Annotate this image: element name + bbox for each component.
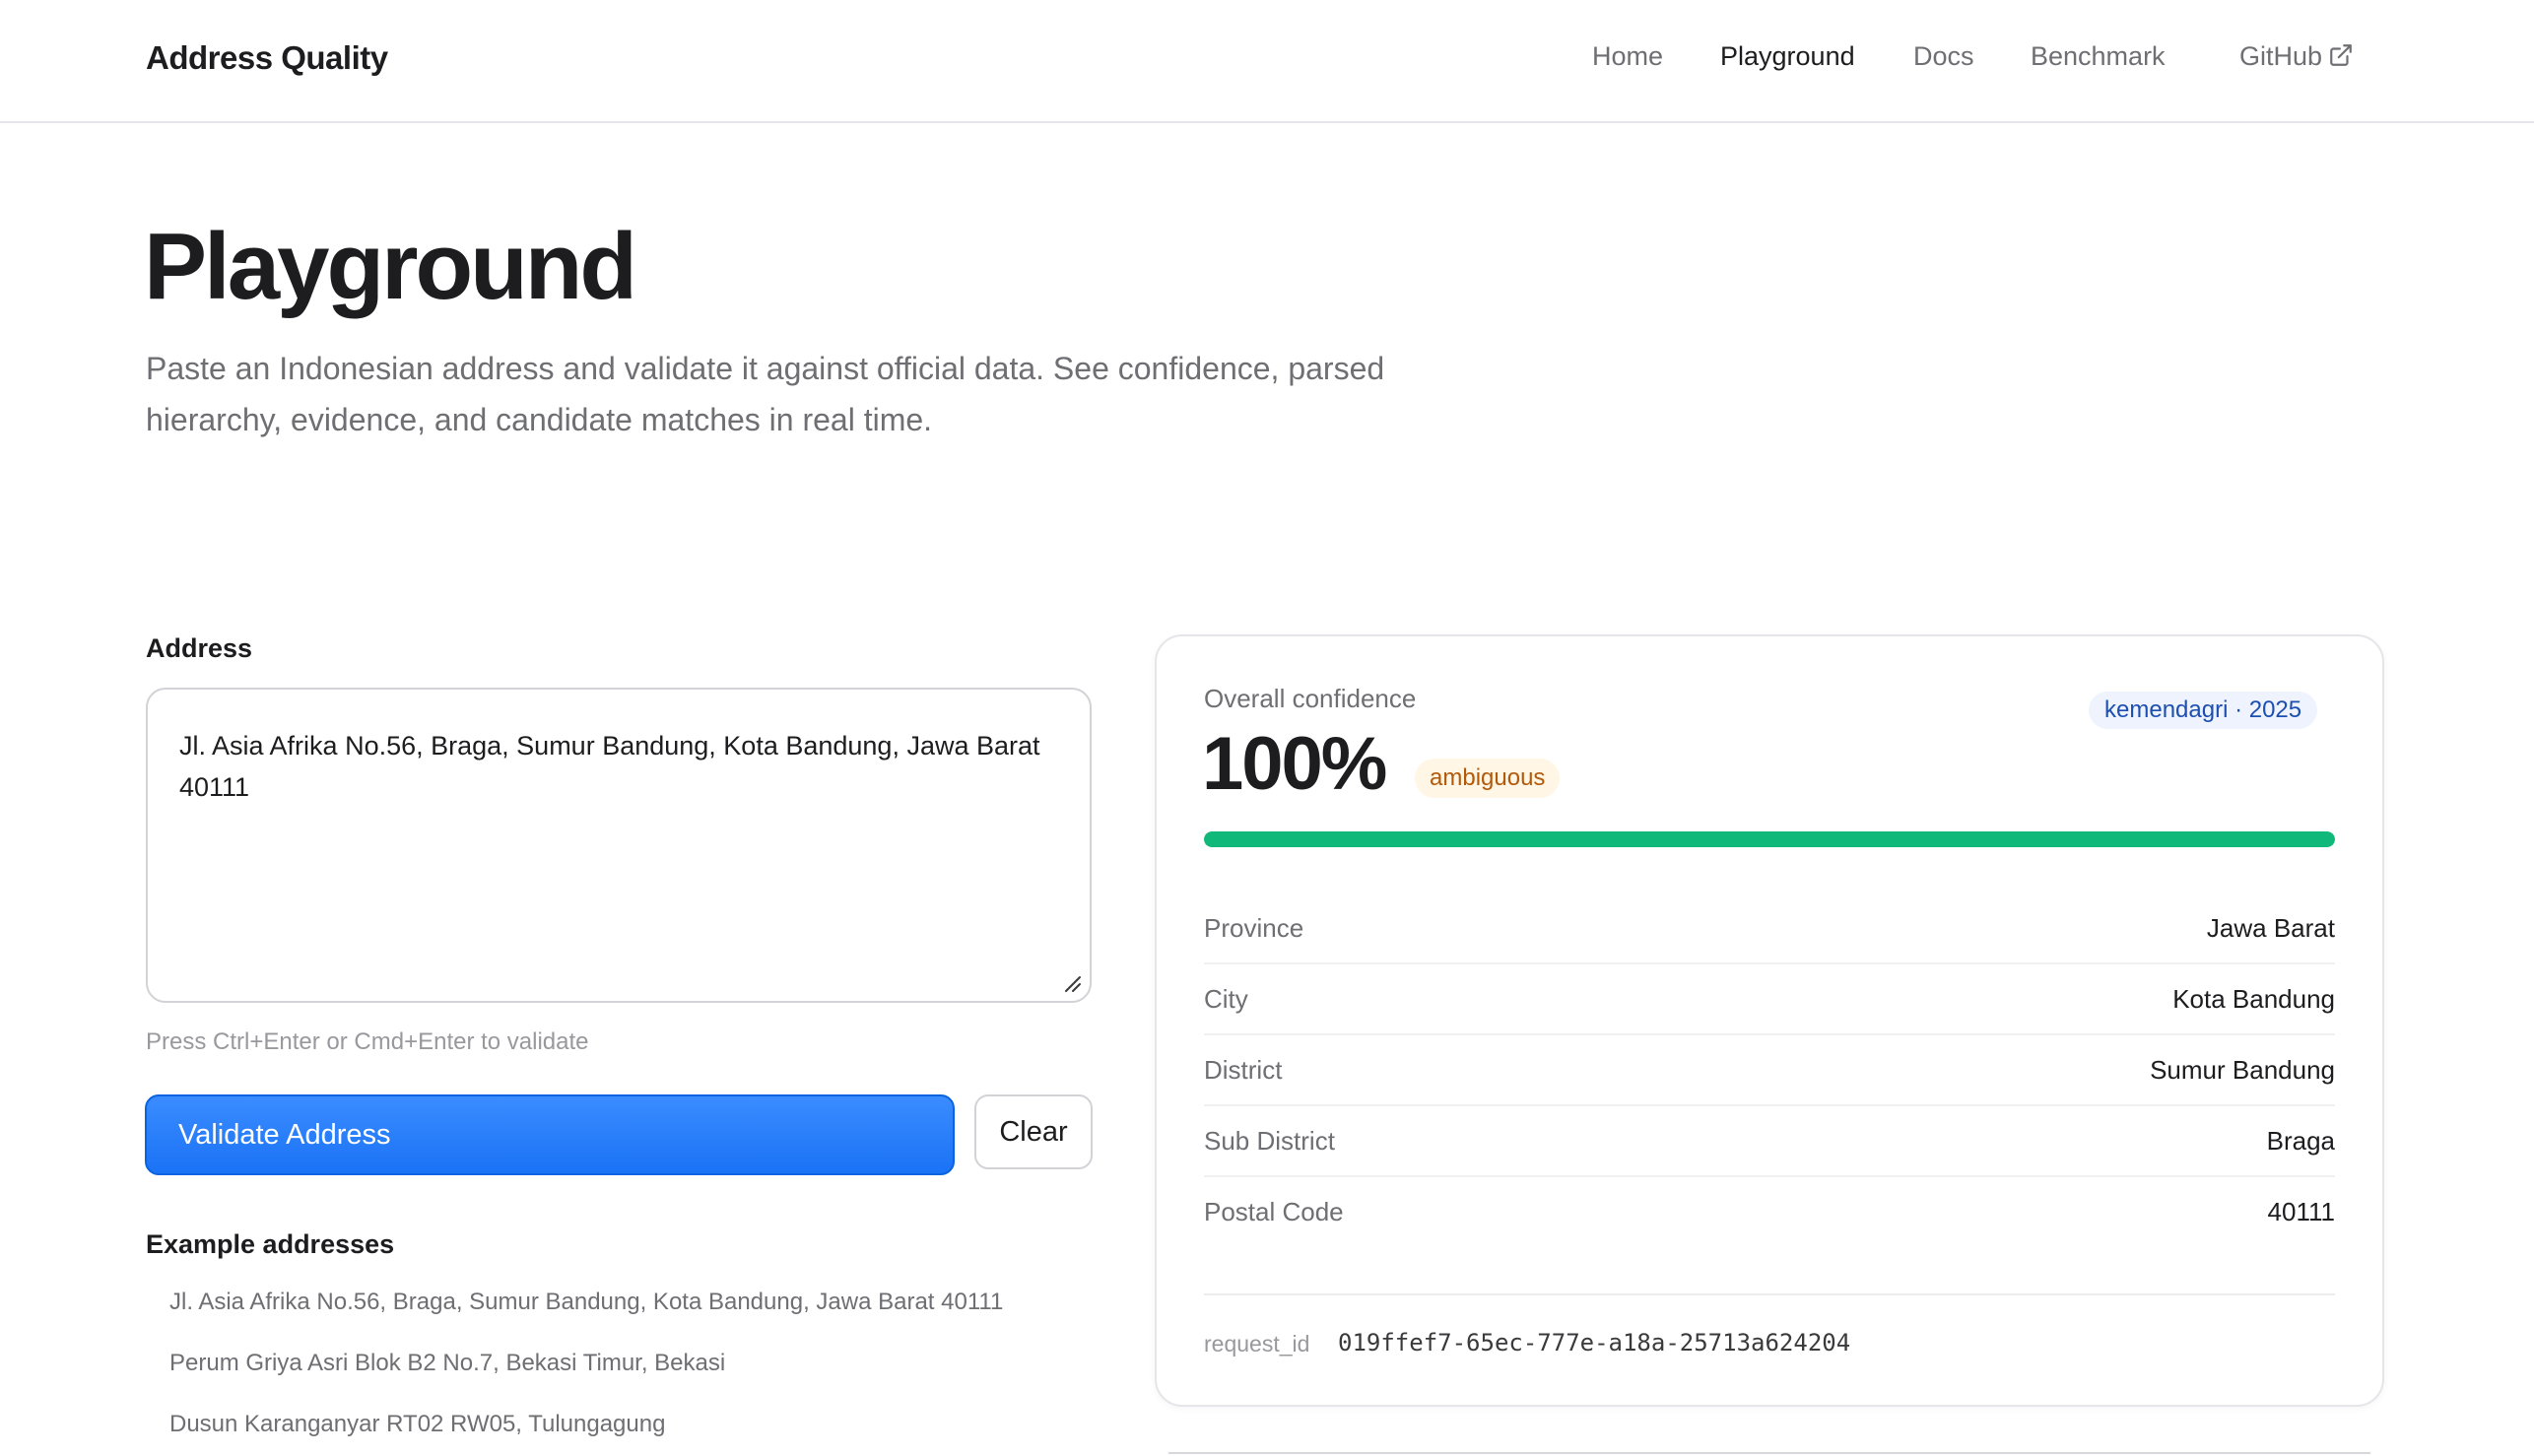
hierarchy-label: Province <box>1204 913 1304 943</box>
hierarchy-row-district: District Sumur Bandung <box>1204 1035 2335 1106</box>
examples-title: Example addresses <box>146 1229 395 1259</box>
hierarchy-value: Sumur Bandung <box>2150 1055 2335 1085</box>
hierarchy-row-postal-code: Postal Code 40111 <box>1204 1177 2335 1248</box>
page-description: Paste an Indonesian address and validate… <box>146 351 1385 437</box>
keyboard-hint: Press Ctrl+Enter or Cmd+Enter to validat… <box>146 1028 589 1055</box>
hierarchy-value: Kota Bandung <box>2172 984 2335 1014</box>
external-link-icon <box>2328 42 2354 68</box>
clear-button[interactable]: Clear <box>974 1094 1093 1169</box>
hierarchy-row-city: City Kota Bandung <box>1204 964 2335 1035</box>
hierarchy-row-sub-district: Sub District Braga <box>1204 1106 2335 1177</box>
hierarchy-label: Postal Code <box>1204 1197 1344 1226</box>
next-card-edge <box>1168 1452 2370 1454</box>
confidence-label: Overall confidence <box>1204 684 1417 713</box>
nav-link-github[interactable]: GitHub <box>2239 41 2354 72</box>
example-address-item[interactable]: Dusun Karanganyar RT02 RW05, Tulungagung <box>169 1411 665 1438</box>
hierarchy-row-province: Province Jawa Barat <box>1204 893 2335 964</box>
address-label: Address <box>146 633 253 663</box>
hierarchy-value: 40111 <box>2267 1197 2335 1226</box>
address-textarea[interactable]: Jl. Asia Afrika No.56, Braga, Sumur Band… <box>146 688 1092 1003</box>
nav-link-docs[interactable]: Docs <box>1913 41 1974 72</box>
request-id-value[interactable]: 019ffef7-65ec-777e-a18a-25713a624204 <box>1338 1329 1850 1357</box>
divider <box>1204 1293 2335 1295</box>
confidence-value: 100% <box>1202 722 1387 806</box>
nav-link-benchmark[interactable]: Benchmark <box>2031 41 2166 72</box>
hierarchy-value: Braga <box>2266 1126 2335 1156</box>
example-address-item[interactable]: Jl. Asia Afrika No.56, Braga, Sumur Band… <box>169 1289 1003 1316</box>
confidence-progress-fill <box>1204 831 2335 847</box>
page-title: Playground <box>144 214 637 319</box>
nav-link-home[interactable]: Home <box>1592 41 1663 72</box>
hierarchy-label: City <box>1204 984 1248 1014</box>
status-badge: ambiguous <box>1415 759 1561 798</box>
hierarchy-label: Sub District <box>1204 1126 1335 1156</box>
hierarchy-value: Jawa Barat <box>2206 913 2335 943</box>
hierarchy-label: District <box>1204 1055 1283 1085</box>
nav-link-github-label: GitHub <box>2239 41 2323 71</box>
request-id-label: request_id <box>1204 1331 1310 1357</box>
nav-links: Home Playground Docs Benchmark GitHub <box>0 41 2534 81</box>
resize-handle-icon[interactable] <box>1062 973 1082 993</box>
confidence-progress-bar <box>1204 831 2335 847</box>
nav-link-playground[interactable]: Playground <box>1720 41 1855 72</box>
example-address-item[interactable]: Perum Griya Asri Blok B2 No.7, Bekasi Ti… <box>169 1350 725 1377</box>
source-badge: kemendagri · 2025 <box>2089 692 2318 729</box>
top-nav: Address Quality Home Playground Docs Ben… <box>0 0 2534 123</box>
validate-address-button[interactable]: Validate Address <box>145 1094 955 1175</box>
